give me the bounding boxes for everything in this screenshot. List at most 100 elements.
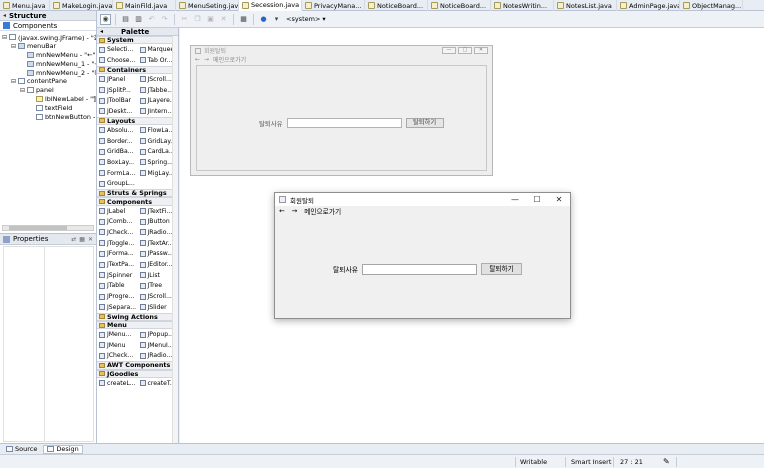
design-frame[interactable]: 회원탈퇴 — □ ✕ ← → 메인으로가기 탈퇴사유 탈퇴하기 bbox=[190, 45, 493, 176]
palette-item[interactable]: JSplitP... bbox=[97, 85, 138, 96]
reason-label[interactable]: 탈퇴사유 bbox=[259, 119, 283, 128]
menu-forward[interactable]: → bbox=[204, 56, 209, 63]
palette-item[interactable]: GroupL... bbox=[97, 178, 138, 189]
palette-item[interactable]: JCheck... bbox=[97, 351, 138, 362]
editor-tab[interactable]: PrivacyMana... bbox=[302, 0, 365, 11]
palette-item[interactable]: Absolu... bbox=[97, 125, 138, 136]
menu-back[interactable]: ← bbox=[195, 56, 200, 63]
tree-node[interactable]: lblNewLabel - "탈퇴 bbox=[0, 95, 96, 103]
palette-category[interactable]: JGoodies bbox=[97, 369, 178, 378]
components-bar[interactable]: Components bbox=[0, 21, 96, 31]
preview-icon[interactable]: ◉ bbox=[100, 13, 111, 25]
palette-item[interactable]: JLabel bbox=[97, 206, 138, 217]
palette-item[interactable]: JPanel bbox=[97, 74, 138, 85]
maximize-icon[interactable]: ☐ bbox=[526, 193, 548, 206]
menu-forward[interactable]: → bbox=[292, 207, 298, 215]
palette-category[interactable]: System bbox=[97, 36, 178, 45]
editor-tab[interactable]: NotesWritin... bbox=[491, 0, 554, 11]
scrollbar-thumb[interactable] bbox=[9, 226, 67, 230]
palette-item[interactable]: JMenu... bbox=[97, 329, 138, 340]
collapse-icon[interactable]: ◂ bbox=[3, 12, 6, 19]
tree-node[interactable]: mnNewMenu_1 - "→" bbox=[0, 59, 96, 68]
palette-item[interactable]: Choose... bbox=[97, 55, 138, 66]
palette-item[interactable]: JTextPa... bbox=[97, 259, 138, 270]
design-menubar[interactable]: ← → 메인으로가기 bbox=[191, 55, 492, 64]
tree-node[interactable]: ⊟ menuBar bbox=[0, 42, 96, 51]
palette-item[interactable]: JCheck... bbox=[97, 227, 138, 238]
palette-category[interactable]: AWT Components bbox=[97, 361, 178, 370]
delete-icon[interactable]: ✕ bbox=[218, 14, 229, 25]
palette-item[interactable]: JMenu bbox=[97, 340, 138, 351]
palette-item[interactable]: JForma... bbox=[97, 248, 138, 259]
copy-icon[interactable]: ❐ bbox=[192, 14, 203, 25]
look-and-feel-icon[interactable]: ● bbox=[258, 14, 269, 25]
show-advanced-icon[interactable]: ▦ bbox=[79, 236, 85, 243]
palette-item[interactable]: JToggle... bbox=[97, 238, 138, 249]
externalize-strings-icon[interactable]: ▦ bbox=[238, 14, 249, 25]
menu-main[interactable]: 메인으로가기 bbox=[213, 55, 246, 64]
tree-node[interactable]: ⊟ (javax.swing.JFrame) - "회원 bbox=[0, 33, 96, 42]
expand-icon[interactable]: ⊟ bbox=[11, 43, 18, 50]
expand-icon[interactable]: ⊟ bbox=[20, 87, 27, 94]
palette-item[interactable]: JProgre... bbox=[97, 291, 138, 302]
properties-grid[interactable] bbox=[3, 246, 94, 442]
editor-tab[interactable]: Menu.java bbox=[0, 0, 50, 11]
native-preview-icon[interactable]: ▥ bbox=[133, 14, 144, 25]
palette-item[interactable]: JSpinner bbox=[97, 270, 138, 281]
editor-tab[interactable]: Secession.java✕ bbox=[239, 0, 302, 11]
editor-tab[interactable]: MainFild.java bbox=[113, 0, 176, 11]
tab-source[interactable]: Source bbox=[2, 445, 41, 454]
reason-field[interactable] bbox=[286, 118, 402, 128]
show-events-icon[interactable]: ⇄ bbox=[71, 236, 76, 243]
close-icon[interactable]: ✕ bbox=[548, 193, 570, 206]
palette-item[interactable]: JSepara... bbox=[97, 302, 138, 313]
tree-node[interactable]: ⊟ panel bbox=[0, 86, 96, 95]
tab-design[interactable]: Design bbox=[43, 444, 83, 454]
palette-category[interactable]: Menu bbox=[97, 320, 178, 330]
editor-tab[interactable]: MenuSeting.java bbox=[176, 0, 239, 11]
palette-item[interactable]: createL... bbox=[97, 378, 138, 389]
cut-icon[interactable]: ✂ bbox=[179, 14, 190, 25]
editor-tab[interactable]: AdminPage.java bbox=[617, 0, 680, 11]
withdraw-button[interactable]: 탈퇴하기 bbox=[405, 118, 444, 128]
collapse-icon[interactable]: ◂ bbox=[100, 28, 103, 35]
expand-icon[interactable]: ⊟ bbox=[11, 78, 18, 85]
minimize-icon[interactable]: — bbox=[504, 193, 526, 206]
palette-scrollbar[interactable] bbox=[172, 36, 178, 443]
tree-node[interactable]: textField bbox=[0, 103, 96, 112]
tree-node[interactable]: ⊟ contentPane bbox=[0, 77, 96, 86]
palette-category[interactable]: Struts & Springs bbox=[97, 189, 178, 198]
menu-main[interactable]: 메인으로가기 bbox=[304, 206, 341, 216]
palette-item[interactable]: Border... bbox=[97, 136, 138, 147]
palette-item[interactable]: JDeskt... bbox=[97, 106, 138, 117]
palette-item[interactable]: Selecti... bbox=[97, 44, 138, 55]
structure-horizontal-scrollbar[interactable] bbox=[2, 225, 94, 231]
design-content-pane[interactable]: 탈퇴사유 탈퇴하기 bbox=[196, 65, 487, 171]
editor-tab[interactable]: NotesList.java bbox=[554, 0, 617, 11]
tree-node[interactable]: btnNewButton - "탈 bbox=[0, 112, 96, 121]
palette-category[interactable]: Layouts bbox=[97, 116, 178, 126]
palette-category[interactable]: Containers bbox=[97, 65, 178, 74]
expand-icon[interactable]: ⊟ bbox=[2, 34, 9, 41]
undo-icon[interactable]: ↶ bbox=[146, 14, 157, 25]
tree-node[interactable]: mnNewMenu_2 - "메인 bbox=[0, 68, 96, 77]
editor-tab[interactable]: MakeLogin.java bbox=[50, 0, 113, 11]
editor-tab[interactable]: NoticeBoard... bbox=[365, 0, 428, 11]
withdraw-button[interactable]: 탈퇴하기 bbox=[481, 263, 523, 275]
palette-item[interactable]: JToolBar bbox=[97, 95, 138, 106]
palette-category[interactable]: Components bbox=[97, 197, 178, 206]
palette-item[interactable]: BoxLay... bbox=[97, 157, 138, 168]
editor-tab[interactable]: NoticeBoard... bbox=[428, 0, 491, 11]
menu-back[interactable]: ← bbox=[279, 207, 285, 215]
redo-icon[interactable]: ↷ bbox=[159, 14, 170, 25]
palette-category[interactable]: Swing Actions bbox=[97, 312, 178, 321]
palette-item[interactable]: FormLa... bbox=[97, 168, 138, 179]
restore-default-icon[interactable]: ✕ bbox=[88, 236, 93, 243]
tree-node[interactable]: mnNewMenu - "←" bbox=[0, 51, 96, 60]
palette-item[interactable]: JTable bbox=[97, 281, 138, 292]
editor-tab[interactable]: ObjectManag... bbox=[680, 0, 743, 11]
palette-item[interactable]: GridBa... bbox=[97, 146, 138, 157]
look-and-feel-select[interactable]: <system> ▾ bbox=[286, 15, 326, 23]
chevron-down-icon[interactable]: ▾ bbox=[271, 14, 282, 25]
test-gui-icon[interactable]: ▤ bbox=[120, 14, 131, 25]
